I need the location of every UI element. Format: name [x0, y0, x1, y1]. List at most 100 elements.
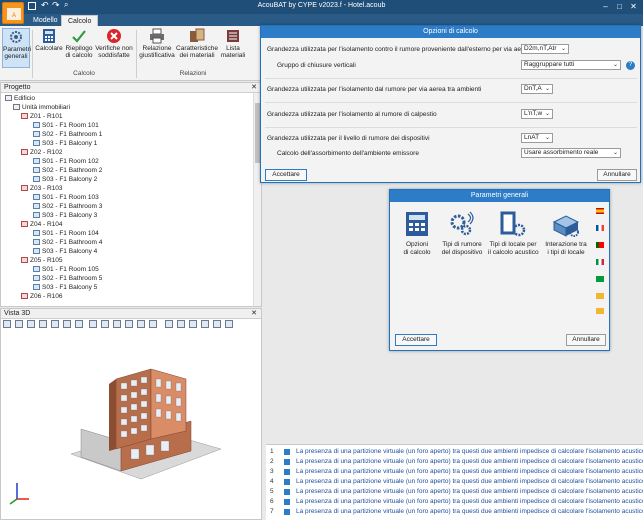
tab-calcolo[interactable]: Calcolo — [61, 15, 99, 26]
view-tool-icon[interactable] — [125, 320, 133, 328]
divider — [265, 78, 637, 79]
divider — [265, 127, 637, 128]
tab-modello[interactable]: Modello — [27, 15, 64, 26]
view-tool-icon[interactable] — [113, 320, 121, 328]
maximize-icon[interactable]: □ — [614, 1, 625, 12]
assorbimento-select[interactable]: Usare assorbimento reale ⌄ — [521, 148, 621, 158]
view-tool-icon[interactable] — [165, 320, 173, 328]
gruppo-chiusure-select[interactable]: Raggruppare tutti ⌄ — [521, 60, 621, 70]
view-tool-icon[interactable] — [15, 320, 23, 328]
minimize-icon[interactable]: – — [600, 1, 611, 12]
arrow-left-icon[interactable] — [596, 308, 604, 314]
tree-node-room[interactable]: S01 - F1 Room 104 — [33, 229, 99, 238]
tree-node-zone[interactable]: Z01 - R101 — [21, 112, 63, 121]
tree-node-zone[interactable]: Z06 - R106 — [21, 292, 63, 301]
tree-node-zone[interactable]: Z03 - R103 — [21, 184, 63, 193]
verifiche-label: Verifiche non soddisfatte — [95, 45, 133, 59]
riepilogo-button[interactable]: Riepilogo di calcolo — [64, 28, 94, 59]
tree-node-zone[interactable]: Z04 - R104 — [21, 220, 63, 229]
pan-hand-icon[interactable] — [201, 320, 209, 328]
relazione-button[interactable]: Relazione giustificativa — [139, 28, 175, 59]
flag-portugal-icon[interactable] — [596, 242, 604, 248]
help-icon[interactable]: ? — [626, 61, 635, 70]
message-row[interactable]: 5 La presenza di una partizione virtuale … — [266, 487, 643, 496]
calcolare-button[interactable]: Calcolare — [35, 28, 63, 52]
message-row[interactable]: 2 La presenza di una partizione virtuale … — [266, 457, 643, 466]
tree-node-room[interactable]: S02 - F1 Bathroom 3 — [33, 202, 102, 211]
tree-node-room[interactable]: S01 - F1 Room 105 — [33, 265, 99, 274]
tipi-rumore-item[interactable]: Tipi di rumore del dispositivo — [440, 210, 484, 256]
vista-3d-panel: Vista 3D ✕ — [0, 308, 262, 520]
tree-node-room[interactable]: S01 - F1 Room 103 — [33, 193, 99, 202]
isolamento-ambienti-select[interactable]: DnT,A ⌄ — [521, 84, 553, 94]
tree-node-edificio[interactable]: Edificio — [5, 94, 35, 103]
interazione-item[interactable]: Interazione tra i tipi di locale — [542, 210, 590, 256]
chevron-down-icon: ⌄ — [544, 86, 550, 92]
tree-node-room[interactable]: S02 - F1 Bathroom 4 — [33, 238, 102, 247]
interaction-icon — [552, 210, 580, 238]
room-icon — [33, 230, 40, 236]
tree-node-room[interactable]: S02 - F1 Bathroom 2 — [33, 166, 102, 175]
message-row[interactable]: 4 La presenza di una partizione virtuale … — [266, 477, 643, 486]
flag-france-icon[interactable] — [596, 225, 604, 231]
view-tool-icon[interactable] — [27, 320, 35, 328]
message-row[interactable]: 6 La presenza di una partizione virtuale … — [266, 497, 643, 506]
flag-italy-icon[interactable] — [596, 259, 604, 265]
view-tool-icon[interactable] — [189, 320, 197, 328]
tree-node-room[interactable]: S03 - F1 Balcony 3 — [33, 211, 97, 220]
tree-node-room[interactable]: S03 - F1 Balcony 5 — [33, 283, 97, 292]
calpestio-select[interactable]: L'nT,w ⌄ — [521, 109, 553, 119]
flag-spain-icon[interactable] — [596, 208, 604, 214]
message-row[interactable]: 7 La presenza di una partizione virtuale … — [266, 507, 643, 516]
app-logo[interactable]: A — [2, 2, 24, 24]
view-tool-icon[interactable] — [51, 320, 59, 328]
opzioni-dialog-title: Opzioni di calcolo — [261, 26, 640, 38]
caratteristiche-button[interactable]: Caratteristiche dei materiali — [176, 28, 218, 59]
room-icon — [33, 203, 40, 209]
verifiche-button[interactable]: Verifiche non soddisfatte — [95, 28, 133, 59]
close-icon[interactable]: ✕ — [251, 309, 257, 317]
tree-node-room[interactable]: S03 - F1 Balcony 4 — [33, 247, 97, 256]
tree-node-room[interactable]: S02 - F1 Bathroom 5 — [33, 274, 102, 283]
lista-materiali-button[interactable]: Lista materiali — [219, 28, 247, 59]
tree-node-zone[interactable]: Z02 - R102 — [21, 148, 63, 157]
close-icon[interactable]: ✕ — [628, 1, 639, 12]
view-tool-icon[interactable] — [225, 320, 233, 328]
accettare-button[interactable]: Accettare — [395, 334, 437, 346]
dispositivi-select[interactable]: LnAT ⌄ — [521, 133, 553, 143]
tree-node-room[interactable]: S03 - F1 Balcony 1 — [33, 139, 97, 148]
view-tool-icon[interactable] — [89, 320, 97, 328]
close-icon[interactable]: ✕ — [251, 83, 257, 91]
annullare-button[interactable]: Annullare — [566, 334, 606, 346]
isolamento-esterno-select[interactable]: D2m,nT,Atr ⌄ — [521, 44, 569, 54]
tree-node-room[interactable]: S01 - F1 Room 102 — [33, 157, 99, 166]
building-3d-model[interactable] — [61, 359, 231, 489]
view-tool-icon[interactable] — [137, 320, 145, 328]
tree-node-room[interactable]: S01 - F1 Room 101 — [33, 121, 99, 130]
tree-node-unita[interactable]: Unità immobiliari — [13, 103, 70, 112]
tree-node-room[interactable]: S02 - F1 Bathroom 1 — [33, 130, 102, 139]
view-tool-icon[interactable] — [149, 320, 157, 328]
project-tree[interactable]: Edificio Unità immobiliari Z01 - R101 S0… — [1, 93, 253, 306]
view-tool-icon[interactable] — [177, 320, 185, 328]
view-tool-icon[interactable] — [3, 320, 11, 328]
chevron-down-icon: ⌄ — [544, 111, 550, 117]
view-tool-icon[interactable] — [39, 320, 47, 328]
view-tool-icon[interactable] — [213, 320, 221, 328]
tipi-locale-item[interactable]: Tipi di locale per il calcolo acustico — [488, 210, 539, 256]
divider — [265, 102, 637, 103]
flag-brazil-icon[interactable] — [596, 276, 604, 282]
arrow-left-icon[interactable] — [596, 293, 604, 299]
tree-node-room[interactable]: S03 - F1 Balcony 2 — [33, 175, 97, 184]
view-tool-icon[interactable] — [75, 320, 83, 328]
accettare-button[interactable]: Accettare — [265, 169, 307, 181]
annullare-button[interactable]: Annullare — [597, 169, 637, 181]
view-tool-icon[interactable] — [101, 320, 109, 328]
materials-icon — [189, 28, 205, 44]
opzioni-calcolo-item[interactable]: Opzioni di calcolo — [396, 210, 438, 256]
message-row[interactable]: 3 La presenza di una partizione virtuale … — [266, 467, 643, 476]
tree-node-zone[interactable]: Z05 - R105 — [21, 256, 63, 265]
message-row[interactable]: 1 La presenza di una partizione virtuale … — [266, 447, 643, 456]
parametri-generali-button[interactable]: Parametri generali — [2, 28, 31, 68]
view-tool-icon[interactable] — [63, 320, 71, 328]
